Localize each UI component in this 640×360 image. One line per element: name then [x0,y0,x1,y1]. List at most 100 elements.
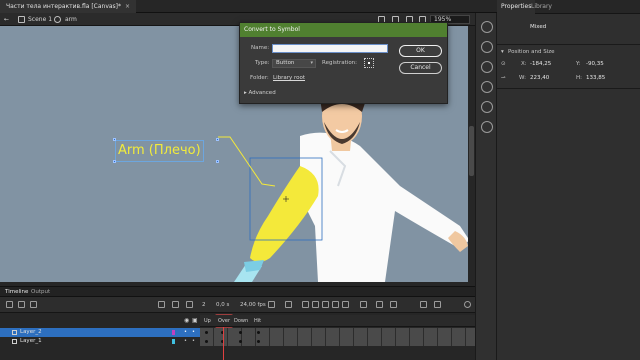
x-value[interactable]: -184,25 [530,61,551,67]
w-value[interactable]: 223,40 [530,75,549,81]
registration-point [368,62,370,64]
symbol-icon [54,16,61,23]
arm-shape [250,166,319,262]
lock-dot[interactable]: • [192,338,195,344]
scrollbar-thumb[interactable] [469,126,474,176]
eye-icon[interactable]: ◉ [184,317,189,324]
tab-timeline[interactable]: Timeline [2,287,31,297]
current-frame[interactable]: 2 [202,297,206,313]
keyframe[interactable] [239,331,242,334]
folder-link[interactable]: Library root [273,75,305,81]
frame-rate[interactable]: 24,00 fps [240,297,266,313]
selection-handle[interactable] [216,138,219,141]
delete-layer-icon[interactable] [30,301,37,308]
folder-label: Folder: [250,75,269,81]
tab-library[interactable]: Library [527,0,556,14]
keyframe[interactable] [239,340,242,343]
chevron-down-icon: ▾ [310,60,313,66]
highlight-layer-icon[interactable] [158,301,165,308]
close-tab-icon[interactable]: × [125,3,130,10]
new-folder-icon[interactable] [18,301,25,308]
components-icon[interactable] [481,121,493,133]
last-frame-icon[interactable] [342,301,349,308]
graph-icon[interactable] [186,301,193,308]
properties-icon[interactable] [481,61,493,73]
h-value[interactable]: 133,85 [586,75,605,81]
new-layer-icon[interactable] [6,301,13,308]
edit-multiple-icon[interactable] [376,301,383,308]
play-icon[interactable] [322,301,329,308]
chevron-down-icon[interactable]: ▾ [501,49,504,55]
link-icon[interactable]: ⊸ [501,75,506,81]
arm-text-label[interactable]: Arm (Плечо) [115,140,204,162]
position-size-section-title[interactable]: Position and Size [508,49,555,55]
keyframe[interactable] [205,331,208,334]
zoom-out-icon[interactable] [434,301,441,308]
paint-bucket-icon[interactable] [481,41,493,53]
tool-strip [475,13,497,360]
character-shirt [300,132,468,282]
ok-button[interactable]: OK [399,45,442,57]
selection-handle[interactable] [113,138,116,141]
advanced-toggle[interactable]: ▸ Advanced [244,90,276,96]
layer-row-layer-2[interactable]: Layer_2 • • [0,328,475,337]
keyframe[interactable] [205,340,208,343]
y-label: Y: [576,61,581,67]
camera-icon[interactable] [285,301,292,308]
layer-color-swatch[interactable] [172,339,175,344]
chevron-right-icon: ▸ [244,90,247,96]
timeline-panel: Timeline Output 2 0,0 s 24,00 fps ◉ ▣ Up… [0,286,475,360]
web-icon[interactable] [481,21,493,33]
insert-frame-icon[interactable] [420,301,427,308]
info-icon[interactable] [481,81,493,93]
h-label: H: [576,75,582,81]
layer-frames[interactable] [200,337,475,346]
first-frame-icon[interactable] [302,301,309,308]
playhead-line [223,327,224,360]
cancel-button[interactable]: Cancel [399,62,442,74]
keyframe[interactable] [257,340,260,343]
mixed-label: Mixed [530,24,547,30]
registration-grid[interactable] [364,58,374,68]
tab-output[interactable]: Output [28,287,53,297]
onion-outline-icon[interactable] [390,301,397,308]
w-label: W: [519,75,526,81]
symbol-name-input[interactable] [272,44,388,53]
symbol-breadcrumb[interactable]: arm [65,13,77,26]
prev-frame-icon[interactable] [312,301,319,308]
lock-icon[interactable]: ▣ [192,317,198,324]
properties-panel: Properties Library Mixed ▾ Position and … [497,0,640,360]
layer-row-layer-1[interactable]: Layer_1 • • [0,337,475,346]
visibility-dot[interactable]: • [184,338,187,344]
layer-frames[interactable] [200,328,475,337]
onion-skin-icon[interactable] [172,301,179,308]
lock-icon[interactable]: ⊙ [501,61,506,67]
current-time: 0,0 s [216,302,230,308]
zoom-slider-icon[interactable] [464,301,471,308]
divider [497,88,640,89]
selection-handle[interactable] [113,160,116,163]
next-frame-icon[interactable] [332,301,339,308]
center-frame-icon[interactable] [360,301,367,308]
timeline-tabs: Timeline Output [0,287,475,297]
layer-color-swatch[interactable] [172,330,175,335]
lock-dot[interactable]: • [192,329,195,335]
symbol-type-select[interactable]: Button ▾ [272,59,316,68]
scene-breadcrumb[interactable]: Scene 1 [28,13,52,26]
selection-handle[interactable] [216,160,219,163]
back-arrow-icon[interactable]: ← [4,13,9,26]
visibility-dot[interactable]: • [184,329,187,335]
document-tab-bar: Части тела интерактив.fla [Canvas]* × [0,0,497,13]
y-value[interactable]: -90,35 [586,61,604,67]
callout-line [218,136,276,187]
name-label: Name: [251,45,270,51]
loop-icon[interactable] [268,301,275,308]
layer-name[interactable]: Layer_1 [20,337,42,346]
layer-name[interactable]: Layer_2 [20,328,42,337]
keyframe[interactable] [257,331,260,334]
stage-vertical-scrollbar[interactable] [468,26,475,282]
document-tab[interactable]: Части тела интерактив.fla [Canvas]* × [0,0,137,13]
code-snippets-icon[interactable] [481,101,493,113]
forearm-joint [244,260,264,272]
layer-icon [12,330,17,335]
